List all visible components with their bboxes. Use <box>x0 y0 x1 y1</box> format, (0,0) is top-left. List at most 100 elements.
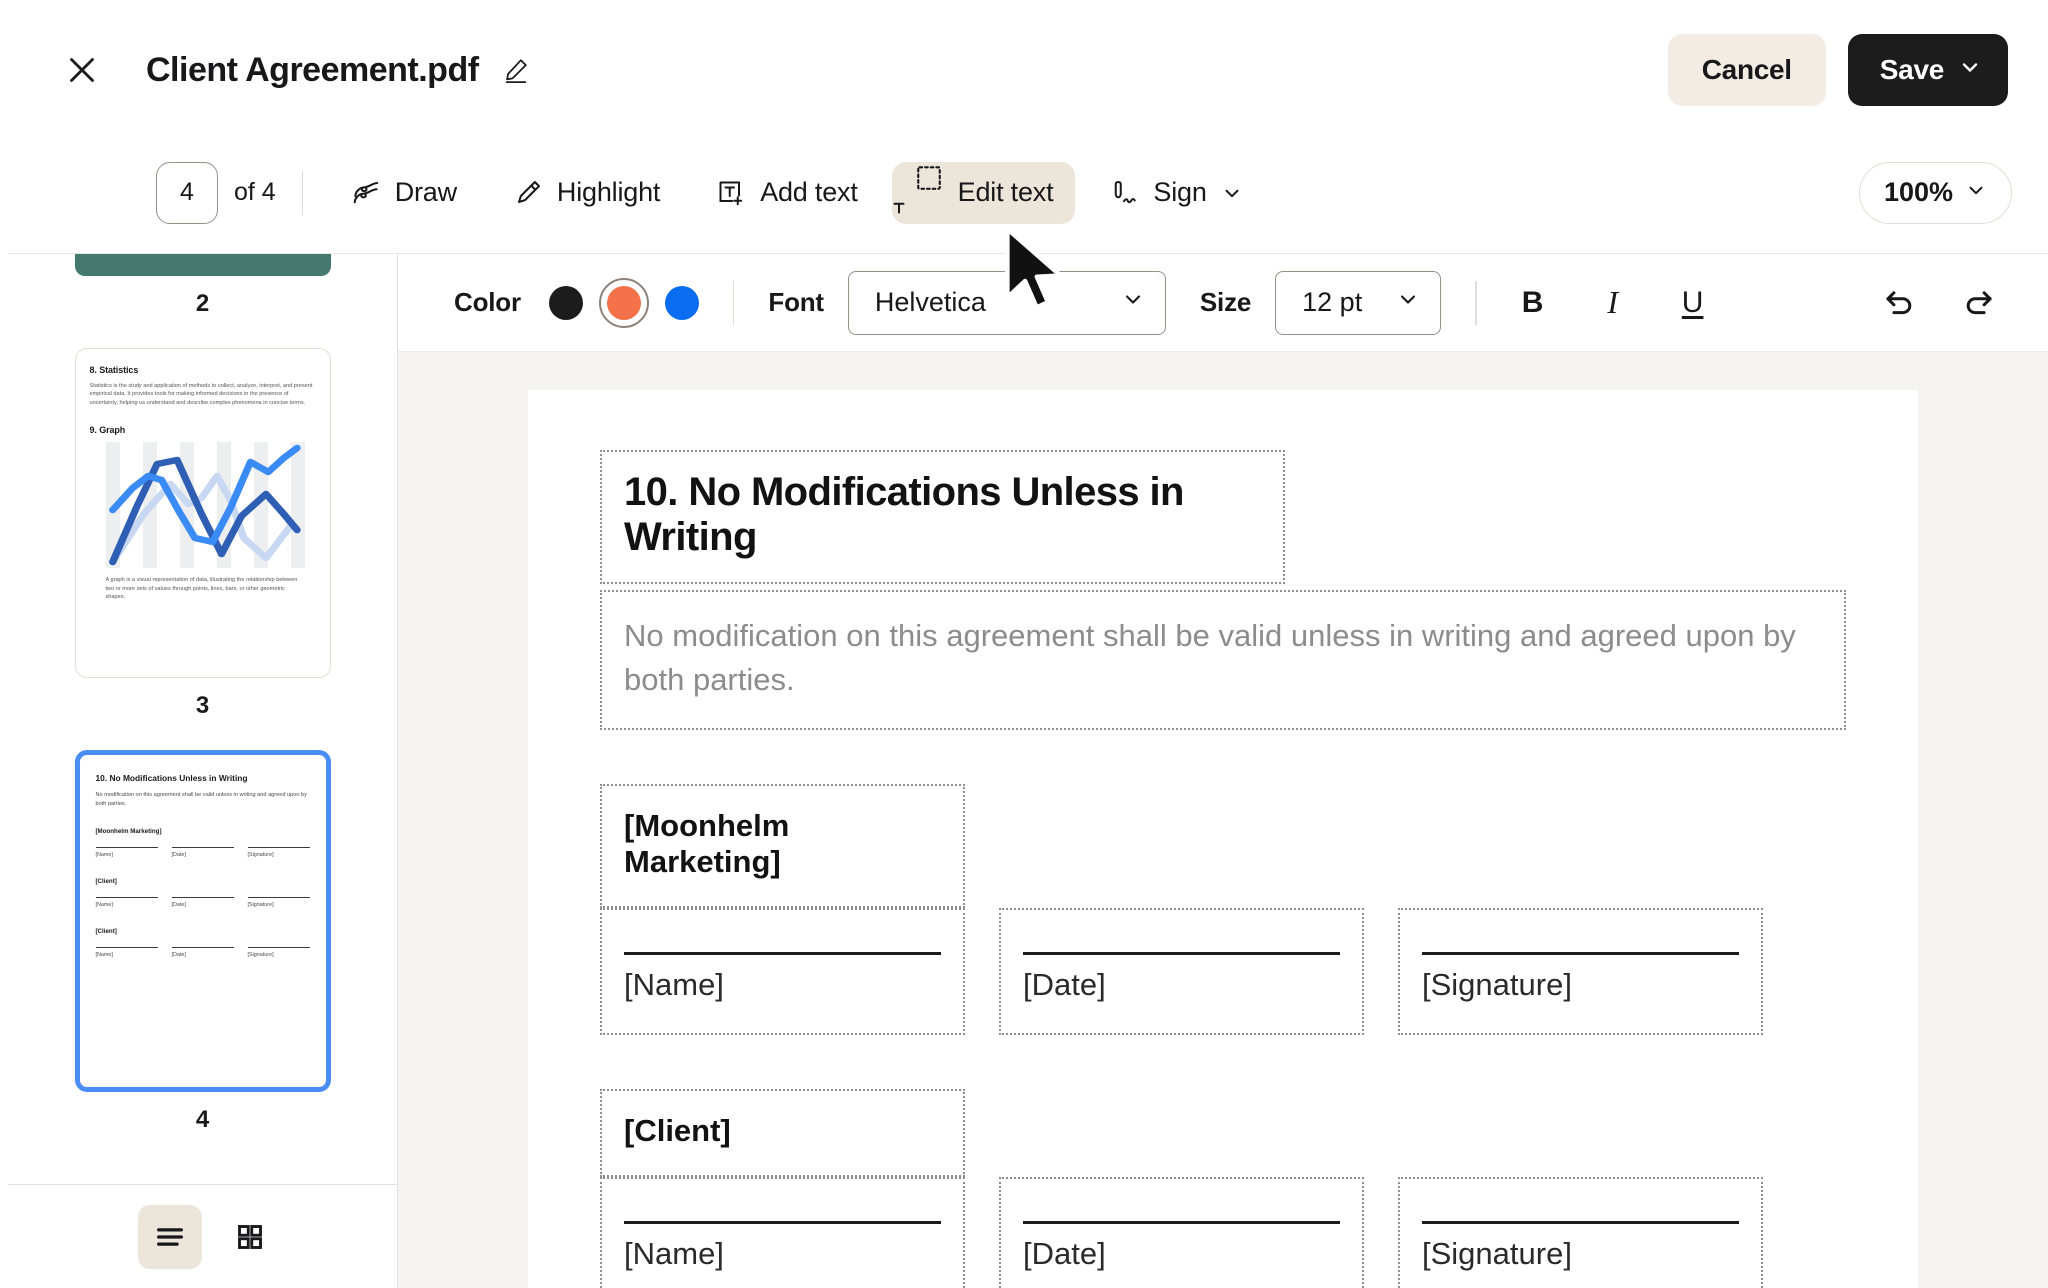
thumbnail-page-3-number: 3 <box>195 692 210 719</box>
color-swatch-blue[interactable] <box>664 285 699 320</box>
tool-toolbar: 4 of 4 Draw Highlight Add text Edit text… <box>8 132 2048 254</box>
sidebar-view-toggle <box>8 1184 397 1288</box>
edit-text-box-icon <box>893 163 944 223</box>
tool-draw-label: Draw <box>394 177 457 207</box>
text-field-paragraph[interactable]: No modification on this agreement shall … <box>600 590 1846 731</box>
signature-cell-2-name-label: [Name] <box>624 1236 724 1272</box>
text-field-party-1[interactable]: [Moonhelm Marketing] <box>600 784 965 909</box>
thumb4-group-3: [Client] [Name] [Date] [Signature] <box>95 928 310 958</box>
font-size-value: 12 pt <box>1302 287 1363 317</box>
thumbnail-page-3[interactable]: 8. Statistics Statistics is the study an… <box>8 348 397 750</box>
thumb4-group-2-title: [Client] <box>95 878 117 886</box>
signature-rule <box>1422 1221 1739 1225</box>
document-title: Client Agreement.pdf <box>146 50 479 89</box>
text-field-party-2[interactable]: [Client] <box>600 1089 965 1178</box>
thumbnail-page-4-number: 4 <box>195 1106 210 1133</box>
add-text-box-icon <box>716 178 746 208</box>
tool-sign[interactable]: Sign <box>1087 162 1264 224</box>
thumb3-heading-statistics: 8. Statistics <box>89 365 139 375</box>
thumb4-g2-date: [Date] <box>171 897 234 908</box>
bold-button[interactable]: B <box>1505 275 1561 331</box>
thumb4-group-2: [Client] [Name] [Date] [Signature] <box>95 878 310 908</box>
scribble-icon <box>351 178 381 208</box>
font-family-select[interactable]: Helvetica <box>847 270 1166 335</box>
undo-arrow-icon[interactable] <box>1874 278 1924 328</box>
thumb3-body-statistics: Statistics is the study and application … <box>89 383 313 406</box>
zoom-level-label: 100% <box>1883 177 1953 207</box>
list-view-icon[interactable] <box>138 1204 202 1269</box>
thumbnail-page-4[interactable]: 10. No Modifications Unless in Writing N… <box>8 750 397 1164</box>
underline-button[interactable]: U <box>1665 275 1721 331</box>
tool-edit-text[interactable]: Edit text <box>891 161 1076 224</box>
page-number-input[interactable]: 4 <box>156 161 218 224</box>
signature-cell-1-name[interactable]: [Name] <box>600 908 965 1036</box>
thumbnail-page-4-image[interactable]: 10. No Modifications Unless in Writing N… <box>74 750 331 1092</box>
thumb4-g3-date: [Date] <box>171 947 234 958</box>
history-controls <box>1874 278 2004 328</box>
thumb3-heading-graph: 9. Graph <box>89 425 126 436</box>
thumbnail-page-2[interactable]: 2 <box>8 254 397 348</box>
thumb4-g1-date: [Date] <box>171 847 234 858</box>
thumb3-caption-graph: A graph is a visual representation of da… <box>105 577 298 600</box>
tool-add-text-label: Add text <box>760 177 858 207</box>
app-header: Client Agreement.pdf Cancel Save <box>8 8 2048 132</box>
document-canvas[interactable]: 10. No Modifications Unless in Writing N… <box>398 352 2048 1288</box>
thumb4-group-3-title: [Client] <box>95 928 117 936</box>
italic-button[interactable]: I <box>1585 275 1641 331</box>
font-size-select[interactable]: 12 pt <box>1275 270 1442 335</box>
marker-icon <box>513 178 543 208</box>
tool-highlight[interactable]: Highlight <box>491 162 682 224</box>
save-button[interactable]: Save <box>1847 34 2008 106</box>
signature-pen-icon <box>1109 178 1139 208</box>
cancel-button[interactable]: Cancel <box>1667 34 1826 106</box>
thumbnail-page-2-image[interactable] <box>74 254 331 276</box>
thumb4-g2-signature: [Signature] <box>247 897 310 908</box>
tool-draw[interactable]: Draw <box>329 162 479 224</box>
signature-cell-2-date-label: [Date] <box>1023 1236 1106 1272</box>
thumb4-g1-name: [Name] <box>95 847 158 858</box>
document-page-4: 10. No Modifications Unless in Writing N… <box>528 390 1918 1288</box>
pencil-icon[interactable] <box>499 53 533 87</box>
signature-row-2: [Name] [Date] [Signature] <box>600 1177 1846 1288</box>
font-family-value: Helvetica <box>874 287 986 317</box>
zoom-level-selector[interactable]: 100% <box>1858 161 2012 224</box>
redo-arrow-icon[interactable] <box>1954 278 2004 328</box>
close-icon[interactable] <box>56 44 108 96</box>
text-format-toolbar: Color Font Helvetica Size 12 pt B I U <box>398 254 2048 352</box>
signature-cell-1-date[interactable]: [Date] <box>999 908 1364 1036</box>
thumb4-group-1: [Moonhelm Marketing] [Name] [Date] [Sign… <box>95 828 310 858</box>
tool-sign-label: Sign <box>1153 177 1207 207</box>
format-divider-2 <box>1475 280 1477 325</box>
tool-highlight-label: Highlight <box>556 177 661 207</box>
tool-edit-text-label: Edit text <box>957 177 1054 207</box>
save-button-label: Save <box>1879 54 1945 85</box>
thumb3-line-chart <box>105 442 306 569</box>
signature-cell-1-signature-label: [Signature] <box>1422 967 1572 1003</box>
signature-cell-1-date-label: [Date] <box>1023 967 1106 1003</box>
signature-rule <box>624 952 941 956</box>
page-count-label: of 4 <box>234 178 276 206</box>
color-swatch-black[interactable] <box>548 285 583 320</box>
thumb4-g3-signature: [Signature] <box>247 947 310 958</box>
grid-view-icon[interactable] <box>218 1205 282 1269</box>
signature-rule <box>1023 952 1340 956</box>
chevron-down-icon <box>1965 177 1987 208</box>
font-label: Font <box>768 287 824 317</box>
thumbnail-list[interactable]: 2 8. Statistics Statistics is the study … <box>8 254 397 1184</box>
signature-cell-2-name[interactable]: [Name] <box>600 1177 965 1288</box>
thumbnail-page-3-image[interactable]: 8. Statistics Statistics is the study an… <box>74 348 331 678</box>
color-swatch-orange[interactable] <box>598 277 649 328</box>
signature-cell-1-signature[interactable]: [Signature] <box>1398 908 1763 1036</box>
signature-cell-2-date[interactable]: [Date] <box>999 1177 1364 1288</box>
color-swatches <box>548 277 699 328</box>
text-field-heading[interactable]: 10. No Modifications Unless in Writing <box>600 450 1285 584</box>
signature-rule <box>1023 1221 1340 1225</box>
tool-add-text[interactable]: Add text <box>694 162 879 224</box>
signature-cell-1-name-label: [Name] <box>624 967 724 1003</box>
chevron-down-icon <box>1396 287 1420 318</box>
chevron-down-icon <box>1221 182 1243 204</box>
thumb4-g2-name: [Name] <box>95 897 158 908</box>
chevron-down-icon <box>1958 54 1982 86</box>
signature-cell-2-signature[interactable]: [Signature] <box>1398 1177 1763 1288</box>
color-label: Color <box>454 287 521 317</box>
